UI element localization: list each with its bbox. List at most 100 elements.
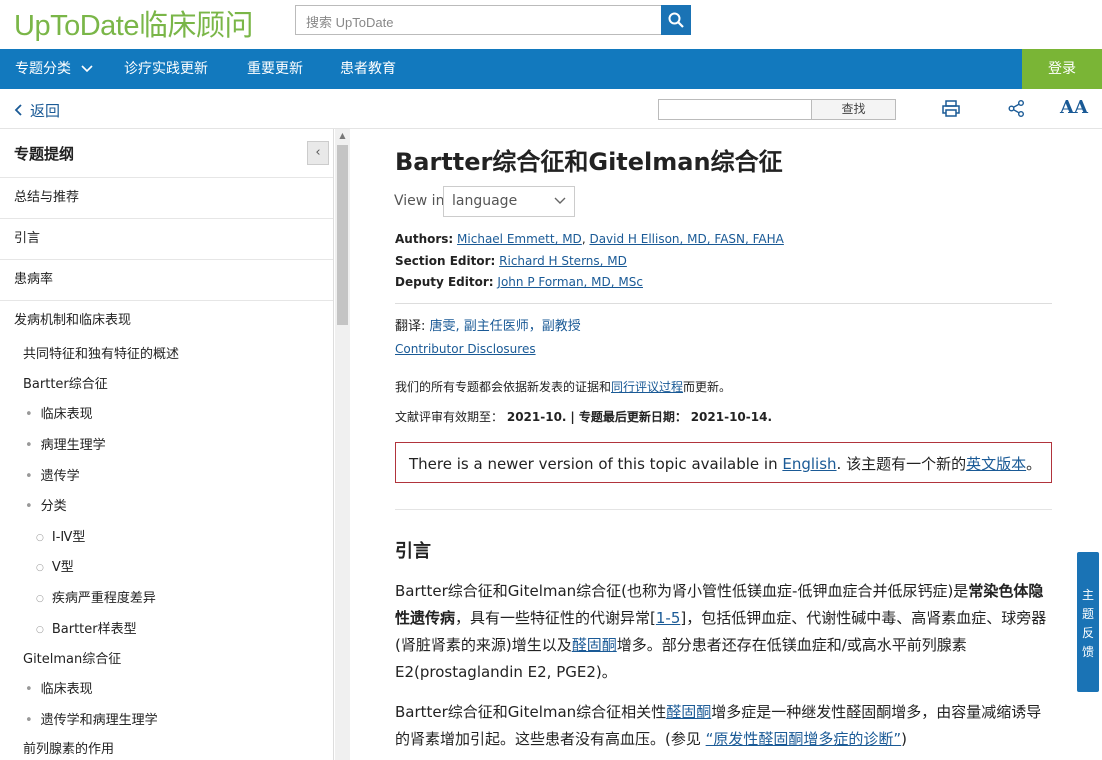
outline-item[interactable]: Gitelman综合征: [23, 648, 121, 667]
outline-item[interactable]: ○ 疾病严重程度差异: [36, 587, 156, 606]
update-note-text: 我们的所有专题都会依据新发表的证据和: [395, 380, 612, 394]
outline-item[interactable]: • 遗传学: [25, 465, 80, 484]
banner-end: 。: [1026, 455, 1042, 473]
nav-patient-education[interactable]: 患者教育: [340, 49, 396, 89]
outline-item-label: Ⅴ型: [51, 560, 74, 575]
primary-aldosteronism-link[interactable]: “原发性醛固酮增多症的诊断”: [706, 730, 902, 748]
update-note: 我们的所有专题都会依据新发表的证据和同行评议过程而更新。: [395, 378, 731, 395]
outline-item-label: 遗传学: [40, 469, 80, 484]
bullet-icon: •: [25, 407, 33, 422]
login-button[interactable]: 登录: [1022, 49, 1102, 89]
circle-bullet-icon: ○: [36, 593, 44, 604]
outline-item[interactable]: 共同特征和独有特征的概述: [23, 343, 179, 362]
circle-bullet-icon: ○: [36, 624, 44, 635]
updated-label: | 专题最后更新日期：: [570, 410, 687, 424]
outline-item-label: 疾病严重程度差异: [51, 591, 156, 606]
author-link[interactable]: Michael Emmett, MD: [457, 232, 582, 246]
section-editor-link[interactable]: Richard H Sterns, MD: [499, 254, 627, 268]
find-input[interactable]: [658, 99, 812, 120]
collapse-sidebar-button[interactable]: ‹: [307, 141, 329, 165]
toolbar: 返回 查找 AA: [0, 89, 1102, 129]
outline-pathogenesis[interactable]: 发病机制和临床表现: [0, 300, 333, 341]
outline-item-label: 分类: [40, 499, 67, 514]
update-note-text-end: 而更新。: [683, 380, 732, 394]
outline-item-label: 临床表现: [40, 682, 93, 697]
outline-item-label: 遗传学和病理生理学: [40, 713, 158, 728]
scroll-thumb[interactable]: [337, 145, 348, 325]
bullet-icon: •: [25, 438, 33, 453]
aldosterone-link[interactable]: 醛固酮: [572, 636, 617, 654]
divider: [395, 509, 1052, 510]
search-input[interactable]: 搜索 UpToDate: [295, 5, 662, 35]
outline-item[interactable]: • 临床表现: [25, 403, 93, 422]
updated-date: 2021-10-14.: [690, 410, 773, 424]
english-version-link[interactable]: English: [782, 455, 836, 473]
english-version-cn-link[interactable]: 英文版本: [966, 455, 1026, 473]
search-icon: [668, 12, 684, 28]
paragraph-text: ): [901, 730, 908, 748]
paragraph-text: Bartter综合征和Gitelman综合征相关性: [395, 703, 667, 721]
section-editor-label: Section Editor:: [395, 254, 496, 268]
find-button[interactable]: 查找: [811, 99, 896, 120]
circle-bullet-icon: ○: [36, 532, 44, 543]
outline-item[interactable]: 前列腺素的作用: [23, 738, 114, 757]
logo[interactable]: UpToDate临床顾问: [14, 2, 253, 44]
outline-item-label: Bartter样表型: [51, 622, 137, 637]
scroll-up-icon[interactable]: ▲: [335, 131, 350, 141]
print-icon[interactable]: [942, 100, 960, 121]
language-value: language: [452, 193, 518, 209]
deputy-editor-label: Deputy Editor:: [395, 275, 494, 289]
bullet-icon: •: [25, 499, 33, 514]
review-dates: 文献评审有效期至： 2021-10. | 专题最后更新日期： 2021-10-1…: [395, 408, 772, 425]
bullet-icon: •: [25, 713, 33, 728]
search-button[interactable]: [661, 5, 691, 35]
bullet-icon: •: [25, 682, 33, 697]
nav-whats-new[interactable]: 重要更新: [247, 49, 303, 89]
outline-prevalence[interactable]: 患病率: [0, 259, 333, 300]
paragraph-text: ，具有一些特征性的代谢异常[: [455, 609, 656, 627]
sidebar-title: 专题提纲: [14, 145, 75, 163]
aldosterone-link[interactable]: 醛固酮: [666, 703, 711, 721]
outline-item[interactable]: • 临床表现: [25, 678, 93, 697]
translator-line: 翻译: 唐雯, 副主任医师，副教授: [395, 315, 581, 334]
outline-introduction[interactable]: 引言: [0, 218, 333, 259]
back-link[interactable]: 返回: [14, 100, 60, 121]
sidebar-scrollbar[interactable]: ▲: [335, 129, 350, 760]
review-label: 文献评审有效期至：: [395, 410, 504, 424]
language-select[interactable]: language: [443, 186, 575, 217]
font-size-icon[interactable]: AA: [1060, 97, 1088, 118]
translator-link[interactable]: 唐雯, 副主任医师，副教授: [430, 319, 581, 334]
outline-item[interactable]: • 分类: [25, 495, 67, 514]
bullet-icon: •: [25, 469, 33, 484]
banner-text: There is a newer version of this topic a…: [409, 455, 778, 473]
share-icon[interactable]: [1008, 100, 1025, 121]
deputy-editor-link[interactable]: John P Forman, MD, MSc: [497, 275, 643, 289]
author-link[interactable]: David H Ellison, MD, FASN, FAHA: [589, 232, 783, 246]
outline-item[interactable]: ○ Ⅰ-Ⅳ型: [36, 526, 85, 545]
chevron-down-icon: [554, 197, 566, 204]
chevron-left-icon: [14, 104, 22, 116]
reference-link[interactable]: 1-5: [656, 609, 681, 627]
outline-item[interactable]: Bartter综合征: [23, 373, 108, 392]
back-label: 返回: [30, 102, 61, 120]
peer-review-link[interactable]: 同行评议过程: [611, 380, 683, 394]
topic-outline-sidebar: 专题提纲 ‹ 总结与推荐 引言 患病率 发病机制和临床表现 共同特征和独有特征的…: [0, 129, 334, 760]
paragraph-1: Bartter综合征和Gitelman综合征(也称为肾小管性低镁血症-低钾血症合…: [395, 578, 1055, 686]
paragraph-2: Bartter综合征和Gitelman综合征相关性醛固酮增多症是一种继发性醛固酮…: [395, 699, 1055, 753]
paragraph-text: Bartter综合征和Gitelman综合征(也称为肾小管性低镁血症-低钾血症合…: [395, 582, 969, 600]
newer-version-banner: There is a newer version of this topic a…: [395, 442, 1052, 483]
outline-item[interactable]: • 病理生理学: [25, 434, 106, 453]
outline-item-label: 临床表现: [40, 407, 93, 422]
outline-item[interactable]: ○ Bartter样表型: [36, 618, 137, 637]
outline-summary[interactable]: 总结与推荐: [0, 177, 333, 218]
contributor-disclosures-link[interactable]: Contributor Disclosures: [395, 342, 536, 356]
chevron-down-icon: [81, 65, 94, 73]
circle-bullet-icon: ○: [36, 562, 44, 573]
authors-label: Authors:: [395, 232, 454, 246]
outline-item[interactable]: ○ Ⅴ型: [36, 556, 74, 575]
feedback-button[interactable]: 主题反馈: [1077, 552, 1099, 692]
nav-practice-updates[interactable]: 诊疗实践更新: [124, 49, 208, 89]
nav-topics[interactable]: 专题分类: [15, 49, 94, 89]
outline-item[interactable]: • 遗传学和病理生理学: [25, 709, 158, 728]
main-nav: 专题分类 诊疗实践更新 重要更新 患者教育: [0, 49, 1102, 89]
